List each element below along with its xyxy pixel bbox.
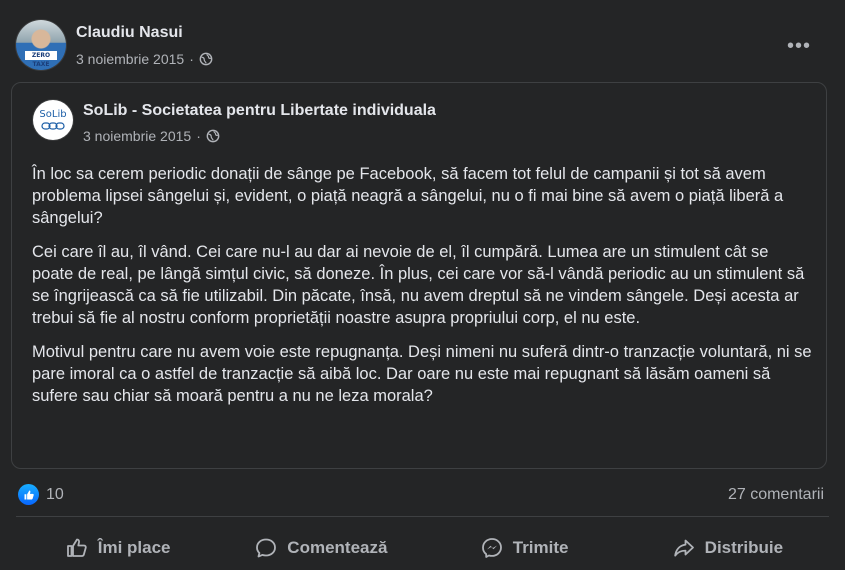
action-bar: Îmi place Comentează Trimite Distribuie	[16, 526, 829, 570]
meta-separator: ·	[189, 51, 194, 67]
avatar-badge: ZERO TAXE	[25, 51, 57, 68]
thumbs-up-icon	[66, 538, 87, 557]
page-avatar[interactable]: SoLib	[33, 100, 73, 140]
messenger-icon	[481, 538, 502, 558]
post-meta: 3 noiembrie 2015 ·	[76, 51, 213, 67]
speech-bubble-icon	[256, 538, 277, 558]
post-paragraph: Motivul pentru care nu avem voie este re…	[32, 343, 812, 405]
like-label: Îmi place	[97, 538, 171, 557]
shared-post-meta: 3 noiembrie 2015 ·	[83, 128, 220, 144]
like-reaction-icon	[18, 484, 39, 505]
share-label: Distribuie	[704, 538, 784, 557]
more-options-button[interactable]: •••	[781, 28, 817, 64]
comment-label: Comentează	[287, 538, 388, 557]
send-label: Trimite	[512, 538, 569, 557]
post-body: În loc sa cerem periodic donații de sâng…	[32, 163, 812, 419]
reactions-summary[interactable]: 10	[18, 484, 64, 505]
author-avatar[interactable]: ZERO TAXE	[16, 20, 66, 70]
meta-separator: ·	[196, 128, 201, 144]
globe-icon[interactable]	[206, 129, 220, 143]
shared-post-date[interactable]: 3 noiembrie 2015	[83, 128, 191, 144]
send-button[interactable]: Trimite	[423, 526, 626, 570]
page-logo-text: SoLib	[39, 109, 67, 120]
post-date[interactable]: 3 noiembrie 2015	[76, 51, 184, 67]
post-paragraph: Cei care îl au, îl vând. Cei care nu-l a…	[32, 243, 805, 327]
share-arrow-icon	[673, 539, 694, 557]
actions-divider	[16, 516, 829, 517]
comment-button[interactable]: Comentează	[219, 526, 422, 570]
post-paragraph: În loc sa cerem periodic donații de sâng…	[32, 165, 784, 227]
shared-post-card[interactable]: SoLib SoLib - Societatea pentru Libertat…	[11, 82, 827, 469]
post-header: ZERO TAXE Claudiu Nasui 3 noiembrie 2015…	[16, 20, 829, 72]
globe-icon[interactable]	[199, 52, 213, 66]
author-name[interactable]: Claudiu Nasui	[76, 24, 183, 42]
page-name[interactable]: SoLib - Societatea pentru Libertate indi…	[83, 102, 436, 120]
comments-count[interactable]: 27 comentarii	[728, 486, 824, 504]
like-button[interactable]: Îmi place	[16, 526, 219, 570]
share-button[interactable]: Distribuie	[626, 526, 829, 570]
reaction-count: 10	[46, 485, 64, 503]
chain-logo-icon	[41, 122, 65, 130]
